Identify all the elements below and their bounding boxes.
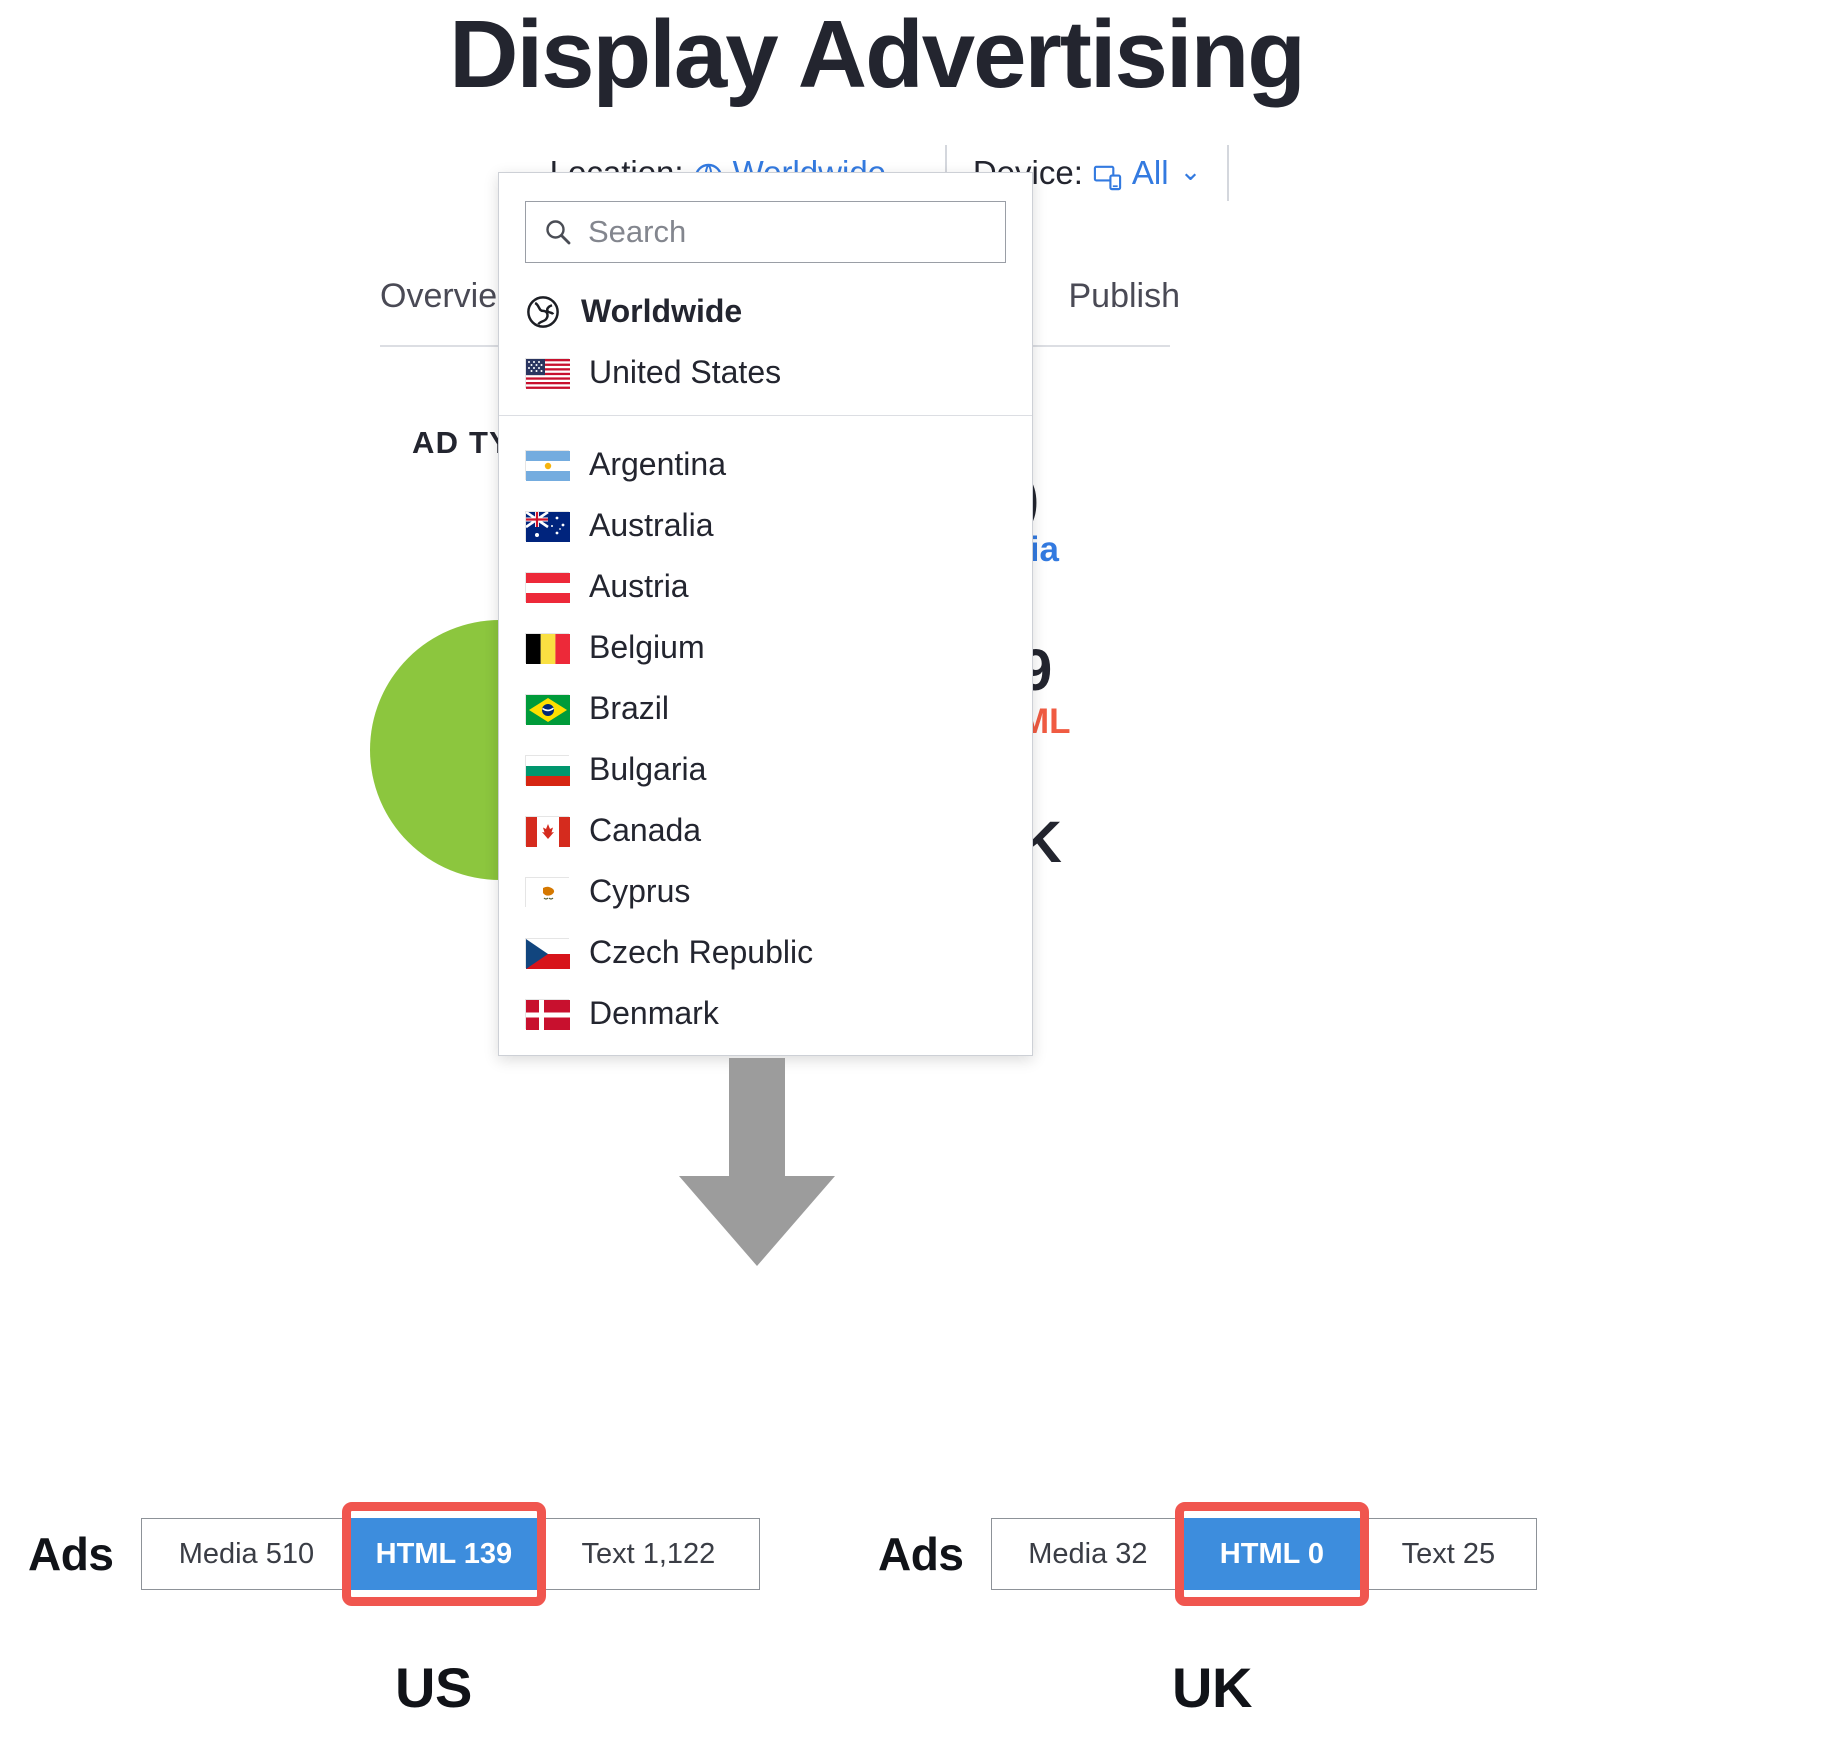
ad-type-legend: ) lia 9 ML K t <box>1020 470 1350 915</box>
comparison-title-uk: Ads <box>878 1528 964 1580</box>
legend-value-media: ) <box>1020 470 1350 528</box>
legend-label-text: t <box>1020 872 1350 916</box>
dropdown-item-worldwide[interactable]: Worldwide <box>499 281 1032 342</box>
dropdown-item-label: Brazil <box>589 690 670 726</box>
filter-divider-2 <box>1227 145 1230 201</box>
segment-html-us[interactable]: HTML 139 <box>351 1518 538 1590</box>
dropdown-item-label: Czech Republic <box>589 934 814 970</box>
comparison-title-us: Ads <box>28 1528 114 1580</box>
legend-value-text: K <box>1020 809 1062 875</box>
down-arrow-icon <box>672 1058 842 1273</box>
dropdown-item-label: Bulgaria <box>589 751 707 787</box>
devices-icon <box>1092 162 1123 193</box>
flag-us-icon <box>525 357 570 389</box>
dropdown-item-label: Austria <box>589 568 689 604</box>
segment-text-us[interactable]: Text 1,122 <box>537 1518 761 1590</box>
dropdown-search-row <box>499 173 1032 263</box>
dropdown-item-label: Cyprus <box>589 873 691 909</box>
dropdown-item-label: United States <box>589 354 782 390</box>
dropdown-pinned-section: Worldwide United States <box>499 263 1032 403</box>
page-title: Display Advertising <box>449 1 1306 108</box>
dropdown-item-austria[interactable]: Austria <box>499 556 1032 617</box>
legend-label-html: ML <box>1020 701 1071 741</box>
flag-at-icon <box>525 571 570 603</box>
comparison-group-uk: Ads Media 32 HTML 0 Text 25 <box>878 1502 1538 1606</box>
tab-overview[interactable]: Overvie <box>380 277 497 316</box>
segment-media-us[interactable]: Media 510 <box>141 1518 352 1590</box>
dropdown-item-denmark[interactable]: Denmark <box>499 983 1032 1044</box>
flag-cy-icon <box>525 876 570 908</box>
search-input[interactable] <box>586 213 987 251</box>
dropdown-item-australia[interactable]: Australia <box>499 495 1032 556</box>
country-label-us: US <box>395 1656 472 1719</box>
dropdown-item-bulgaria[interactable]: Bulgaria <box>499 739 1032 800</box>
legend-value-html: 9 <box>1020 637 1053 703</box>
dropdown-item-belgium[interactable]: Belgium <box>499 617 1032 678</box>
search-box[interactable] <box>525 201 1006 263</box>
dropdown-item-label: Denmark <box>589 995 719 1031</box>
location-dropdown-panel[interactable]: Worldwide <box>498 172 1033 1056</box>
flag-dk-icon <box>525 998 570 1030</box>
dropdown-item-brazil[interactable]: Brazil <box>499 678 1032 739</box>
flag-au-icon <box>525 510 570 542</box>
segment-html-uk[interactable]: HTML 0 <box>1184 1518 1361 1590</box>
flag-cz-icon <box>525 937 570 969</box>
dropdown-item-united-states[interactable]: United States <box>499 342 1032 403</box>
flag-ca-icon <box>525 815 570 847</box>
screenshot-root: Display Advertising Location: Worldwide … <box>0 0 1823 1761</box>
country-label-uk: UK <box>1172 1656 1252 1719</box>
globe-icon-item <box>525 294 561 330</box>
flag-ar-icon <box>525 449 570 481</box>
flag-bg-icon <box>525 754 570 786</box>
dropdown-item-cyprus[interactable]: Cyprus <box>499 861 1032 922</box>
dropdown-item-label: Australia <box>589 507 714 543</box>
comparison-group-us: Ads Media 510 HTML 139 Text 1,122 <box>28 1502 761 1606</box>
chevron-down-icon-device[interactable]: ⌄ <box>1180 156 1202 187</box>
dropdown-item-label: Argentina <box>589 446 726 482</box>
device-filter-value[interactable]: All <box>1132 154 1169 192</box>
segment-bar-us: Media 510 HTML 139 Text 1,122 <box>141 1502 761 1606</box>
dropdown-item-label: Canada <box>589 812 702 848</box>
dropdown-item-czech-republic[interactable]: Czech Republic <box>499 922 1032 983</box>
segment-text-uk[interactable]: Text 25 <box>1360 1518 1538 1590</box>
segment-media-uk[interactable]: Media 32 <box>991 1518 1185 1590</box>
tab-publishers[interactable]: Publish <box>1068 277 1180 316</box>
legend-label-media: lia <box>1020 530 1059 569</box>
dropdown-item-argentina[interactable]: Argentina <box>499 434 1032 495</box>
dropdown-item-canada[interactable]: Canada <box>499 800 1032 861</box>
search-icon <box>544 218 572 246</box>
segment-bar-uk: Media 32 HTML 0 Text 25 <box>991 1502 1538 1606</box>
dropdown-country-list[interactable]: Argentina Australia Austria Belgium Braz… <box>499 416 1032 1044</box>
dropdown-item-label: Worldwide <box>581 293 743 329</box>
flag-br-icon <box>525 693 570 725</box>
dropdown-item-label: Belgium <box>589 629 705 665</box>
flag-be-icon <box>525 632 570 664</box>
